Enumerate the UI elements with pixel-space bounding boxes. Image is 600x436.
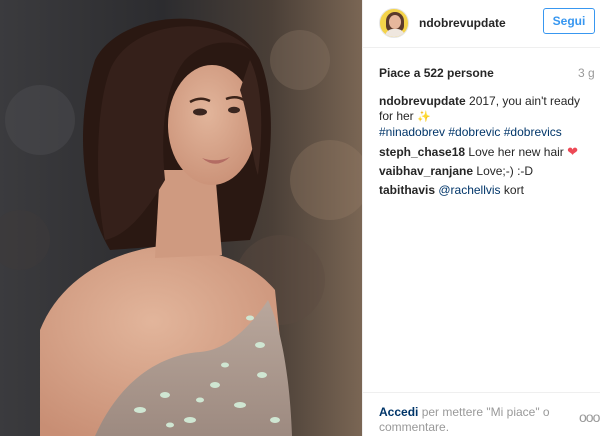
caption: ndobrevupdate 2017, you ain't ready for … bbox=[379, 94, 589, 140]
sparkle-icon: ✨ bbox=[417, 111, 431, 123]
comment-author[interactable]: steph_chase18 bbox=[379, 145, 465, 159]
hashtags[interactable]: #ninadobrev #dobrevic #dobrevics bbox=[379, 125, 562, 139]
post-header: ndobrevupdate Segui bbox=[363, 0, 600, 48]
mention-link[interactable]: @rachellvis bbox=[438, 183, 500, 197]
login-link[interactable]: Accedi bbox=[379, 405, 418, 419]
more-options-icon[interactable]: ooo bbox=[579, 409, 600, 425]
post-sidebar: ndobrevupdate Segui Piace a 522 persone … bbox=[362, 0, 600, 436]
avatar-face bbox=[389, 15, 401, 29]
avatar[interactable] bbox=[379, 8, 409, 38]
comment-text: kort bbox=[503, 183, 524, 197]
comment-text: Love;-) :-D bbox=[476, 164, 534, 178]
comments-list: ndobrevupdate 2017, you ain't ready for … bbox=[379, 94, 589, 202]
login-prompt: Accedi per mettere "Mi piace" o commenta… bbox=[379, 405, 559, 435]
comment-author[interactable]: tabithavis bbox=[379, 183, 435, 197]
comment-item: tabithavis @rachellvis kort bbox=[379, 183, 589, 198]
username-link[interactable]: ndobrevupdate bbox=[419, 16, 506, 30]
comment-text: Love her new hair bbox=[468, 145, 564, 159]
comment-item: steph_chase18 Love her new hair ❤ bbox=[379, 144, 589, 160]
post-photo[interactable] bbox=[0, 0, 362, 436]
avatar-body bbox=[385, 29, 405, 37]
comment-author[interactable]: vaibhav_ranjane bbox=[379, 164, 473, 178]
comment-item: vaibhav_ranjane Love;-) :-D bbox=[379, 164, 589, 179]
comment-author[interactable]: ndobrevupdate bbox=[379, 94, 466, 108]
likes-count[interactable]: Piace a 522 persone bbox=[379, 66, 494, 80]
follow-button[interactable]: Segui bbox=[543, 8, 595, 34]
portrait-image bbox=[0, 0, 362, 436]
heart-icon: ❤ bbox=[567, 144, 579, 159]
post-time[interactable]: 3 g bbox=[578, 66, 595, 80]
post-footer: Accedi per mettere "Mi piace" o commenta… bbox=[363, 392, 600, 436]
